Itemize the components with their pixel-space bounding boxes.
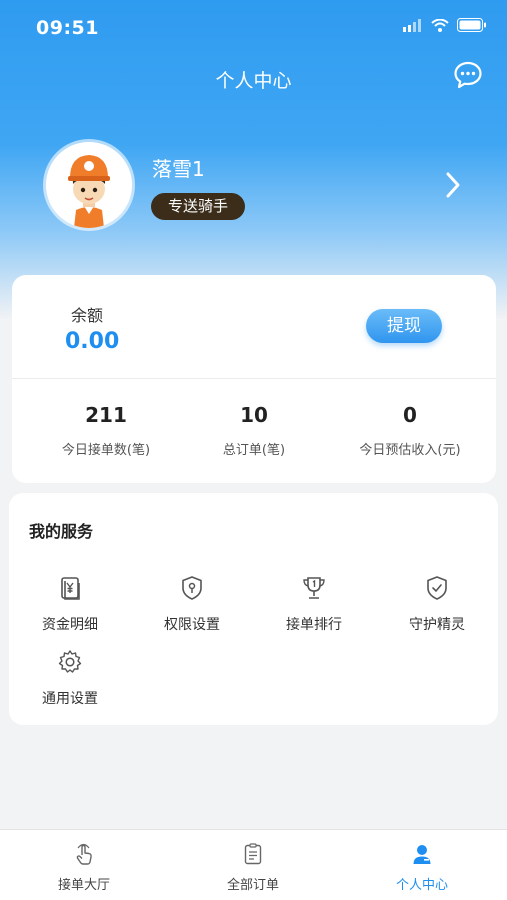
battery-icon xyxy=(457,18,486,32)
tab-label: 全部订单 xyxy=(226,878,279,893)
rider-avatar-icon xyxy=(46,142,132,228)
status-icons xyxy=(403,18,487,32)
stat-label: 今日接单数(笔) xyxy=(61,443,151,458)
stat-today-orders: 211 今日接单数(笔) xyxy=(26,403,186,458)
clipboard-icon xyxy=(244,843,262,865)
balance-card: 余额 0.00 提现 211 今日接单数(笔) 10 总订单(笔) 0 今日预估… xyxy=(12,275,496,483)
page-title: 个人中心 xyxy=(215,70,292,92)
gear-icon xyxy=(58,650,82,673)
user-name: 落雪1 xyxy=(152,157,205,181)
stat-label: 总订单(笔) xyxy=(222,443,286,458)
balance-label: 余额 xyxy=(71,306,104,325)
service-label: 权限设置 xyxy=(164,617,220,633)
service-permission[interactable]: 权限设置 xyxy=(142,574,242,634)
tab-label: 个人中心 xyxy=(395,878,448,893)
tab-order-hall[interactable]: 接单大厅 xyxy=(24,842,144,893)
stat-value: 0 xyxy=(403,403,417,427)
stat-value: 211 xyxy=(85,403,127,427)
person-icon xyxy=(413,845,431,864)
service-label: 通用设置 xyxy=(42,691,98,707)
chevron-right-icon[interactable] xyxy=(443,170,463,200)
service-money-detail[interactable]: 资金明细 xyxy=(20,574,120,634)
tab-bar: 接单大厅 全部订单 个人中心 xyxy=(0,829,507,900)
hand-tap-icon xyxy=(76,843,92,865)
avatar[interactable] xyxy=(46,142,132,228)
service-label: 守护精灵 xyxy=(409,617,465,633)
service-general-settings[interactable]: 通用设置 xyxy=(20,648,120,708)
wifi-icon xyxy=(431,18,449,32)
tab-all-orders[interactable]: 全部订单 xyxy=(193,842,313,893)
service-guard[interactable]: 守护精灵 xyxy=(387,574,487,634)
tab-personal-center[interactable]: 个人中心 xyxy=(362,842,482,893)
stat-value: 10 xyxy=(240,403,268,427)
divider xyxy=(12,378,496,379)
stat-estimated-income: 0 今日预估收入(元) xyxy=(330,403,490,458)
stat-total-orders: 10 总订单(笔) xyxy=(174,403,334,458)
chat-bubble-icon[interactable] xyxy=(453,60,483,90)
money-detail-icon xyxy=(61,577,80,600)
signal-icon xyxy=(403,18,421,32)
status-time: 09:51 xyxy=(36,17,99,39)
service-ranking[interactable]: 接单排行 xyxy=(264,574,364,634)
permission-shield-icon xyxy=(182,576,202,600)
balance-value: 0.00 xyxy=(65,329,120,354)
guard-shield-icon xyxy=(427,576,447,600)
services-card: 我的服务 资金明细 权限设置 接单排行 守护精灵 通用设置 xyxy=(9,493,498,725)
services-title: 我的服务 xyxy=(29,522,94,541)
tab-label: 接单大厅 xyxy=(57,878,110,893)
trophy-icon xyxy=(303,577,325,599)
role-badge: 专送骑手 xyxy=(151,193,246,220)
status-bar: 09:51 xyxy=(0,0,507,50)
withdraw-button[interactable]: 提现 xyxy=(366,309,442,343)
service-label: 接单排行 xyxy=(286,617,342,633)
service-label: 资金明细 xyxy=(42,617,98,633)
stat-label: 今日预估收入(元) xyxy=(359,443,461,458)
